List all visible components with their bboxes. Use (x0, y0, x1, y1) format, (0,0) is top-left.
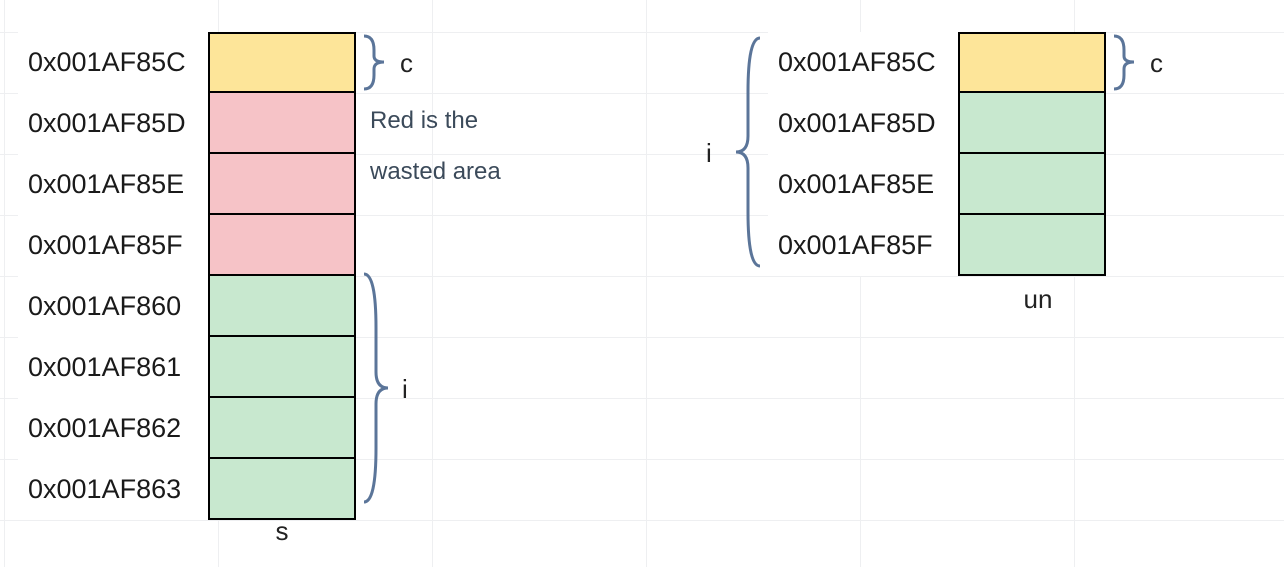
address-cell: 0x001AF85F (768, 215, 958, 276)
table-row: 0x001AF860 (18, 276, 356, 337)
brace-c-label: c (400, 48, 413, 79)
note-line: Red is the (370, 104, 501, 139)
brace-i-left-icon (730, 32, 764, 272)
address-cell: 0x001AF85D (768, 93, 958, 154)
left-memory-table: 0x001AF85C 0x001AF85D 0x001AF85E 0x001AF… (18, 32, 356, 520)
memory-cell (208, 213, 356, 276)
memory-cell (958, 32, 1106, 93)
table-row: 0x001AF85F (768, 215, 1106, 276)
table-row: 0x001AF85E (18, 154, 356, 215)
address-cell: 0x001AF85E (18, 154, 208, 215)
table-row: 0x001AF863 (18, 459, 356, 520)
address-cell: 0x001AF85C (18, 32, 208, 93)
struct-s-label: s (262, 516, 302, 547)
memory-cell (958, 91, 1106, 154)
address-cell: 0x001AF85F (18, 215, 208, 276)
brace-i-label: i (402, 374, 408, 405)
wasted-area-note: Red is the wasted area (370, 104, 501, 190)
brace-i-right-icon (360, 268, 392, 508)
brace-c-label: c (1150, 48, 1163, 79)
memory-cell (208, 457, 356, 520)
memory-cell (958, 213, 1106, 276)
address-cell: 0x001AF85C (768, 32, 958, 93)
memory-cell (208, 152, 356, 215)
memory-cell (208, 335, 356, 398)
table-row: 0x001AF861 (18, 337, 356, 398)
table-row: 0x001AF85D (768, 93, 1106, 154)
memory-cell (208, 396, 356, 459)
table-row: 0x001AF862 (18, 398, 356, 459)
table-row: 0x001AF85F (18, 215, 356, 276)
brace-c-right-icon (360, 32, 388, 93)
memory-cell (208, 32, 356, 93)
memory-cell (208, 274, 356, 337)
table-row: 0x001AF85E (768, 154, 1106, 215)
brace-i-label: i (706, 138, 712, 169)
address-cell: 0x001AF862 (18, 398, 208, 459)
address-cell: 0x001AF863 (18, 459, 208, 520)
address-cell: 0x001AF85E (768, 154, 958, 215)
memory-cell (208, 91, 356, 154)
table-row: 0x001AF85C (18, 32, 356, 93)
address-cell: 0x001AF860 (18, 276, 208, 337)
address-cell: 0x001AF861 (18, 337, 208, 398)
table-row: 0x001AF85D (18, 93, 356, 154)
memory-cell (958, 152, 1106, 215)
brace-c-right-icon (1110, 32, 1138, 93)
right-memory-table: 0x001AF85C 0x001AF85D 0x001AF85E 0x001AF… (768, 32, 1106, 276)
union-un-label: un (1008, 284, 1068, 315)
address-cell: 0x001AF85D (18, 93, 208, 154)
note-line: wasted area (370, 155, 501, 190)
table-row: 0x001AF85C (768, 32, 1106, 93)
